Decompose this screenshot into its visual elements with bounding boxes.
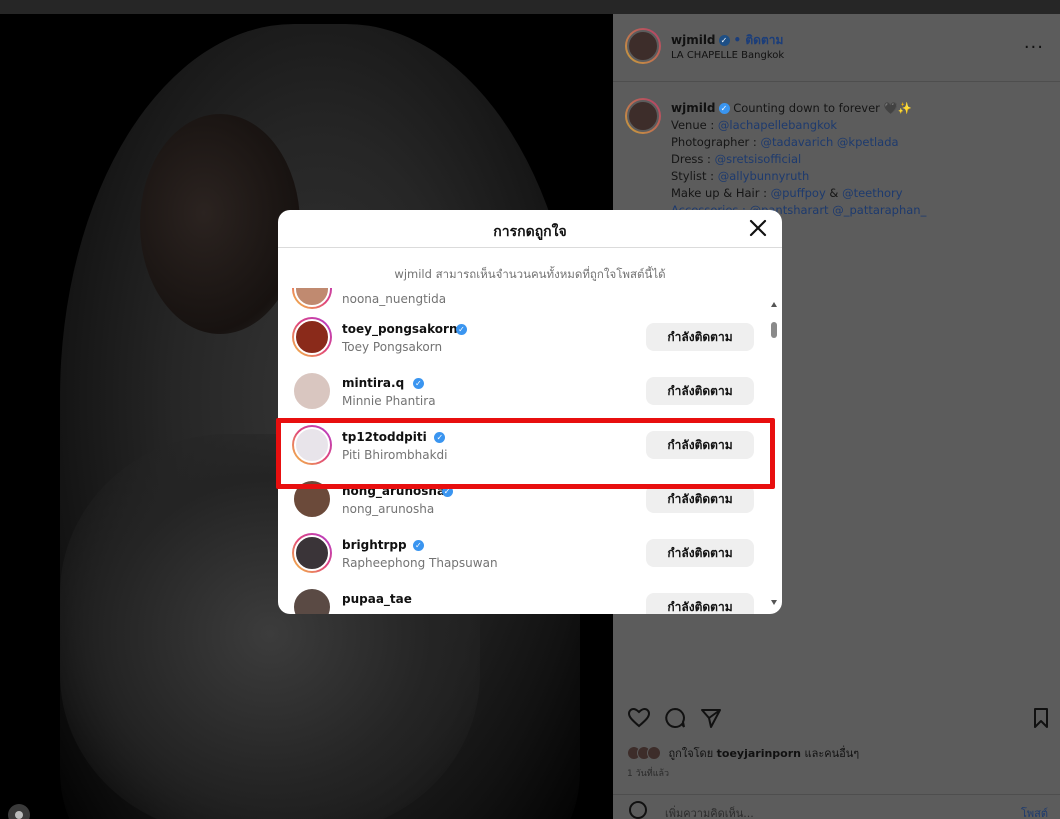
user-avatar[interactable] bbox=[292, 317, 332, 357]
scroll-down-icon[interactable] bbox=[771, 600, 777, 605]
following-button[interactable]: กำลังติดตาม bbox=[646, 593, 754, 614]
list-item: toey_pongsakorn ✓ Toey Pongsakorn กำลังติดต… bbox=[278, 312, 782, 366]
user-avatar[interactable] bbox=[292, 587, 332, 614]
user-name[interactable]: brightrpp bbox=[342, 538, 407, 552]
dialog-title: การกดถูกใจ bbox=[493, 224, 567, 240]
user-fullname: Minnie Phantira bbox=[342, 394, 436, 408]
user-fullname: Rapheephong Thapsuwan bbox=[342, 556, 498, 570]
following-button[interactable]: กำลังติดตาม bbox=[646, 377, 754, 405]
likes-dialog: การกดถูกใจ wjmild สามารถเห็นจำนวนคนทั้งห… bbox=[278, 210, 782, 614]
following-button[interactable]: กำลังติดตาม bbox=[646, 485, 754, 513]
user-avatar[interactable] bbox=[292, 371, 332, 411]
user-avatar[interactable] bbox=[292, 288, 332, 309]
user-fullname: nong_arunosha bbox=[342, 502, 435, 516]
user-name[interactable]: pupaa_tae bbox=[342, 592, 412, 606]
user-name[interactable]: toey_pongsakorn bbox=[342, 322, 458, 336]
user-name[interactable]: mintira.q bbox=[342, 376, 404, 390]
list-item: brightrpp ✓ Rapheephong Thapsuwan กำลังติดต… bbox=[278, 528, 782, 582]
verified-badge-icon: ✓ bbox=[412, 378, 424, 389]
following-button[interactable]: กำลังติดตาม bbox=[646, 323, 754, 351]
list-item: mintira.q ✓ Minnie Phantira กำลังติดตาม bbox=[278, 366, 782, 420]
verified-badge-icon: ✓ bbox=[412, 540, 424, 551]
scroll-up-icon[interactable] bbox=[771, 302, 777, 307]
user-fullname: Toey Pongsakorn bbox=[342, 340, 443, 354]
user-name[interactable]: noona_nuengtida bbox=[342, 292, 446, 306]
dialog-header: การกดถูกใจ bbox=[278, 210, 782, 248]
close-icon[interactable] bbox=[748, 218, 768, 238]
user-avatar[interactable] bbox=[292, 533, 332, 573]
scroll-thumb[interactable] bbox=[771, 322, 777, 338]
verified-badge-icon: ✓ bbox=[456, 324, 467, 335]
dialog-notice: wjmild สามารถเห็นจำนวนคนทั้งหมดที่ถูกใจโ… bbox=[394, 267, 666, 281]
list-item: pupaa_tae กำลังติดตาม bbox=[278, 582, 782, 614]
following-button[interactable]: กำลังติดตาม bbox=[646, 539, 754, 567]
highlight-box bbox=[276, 418, 775, 489]
